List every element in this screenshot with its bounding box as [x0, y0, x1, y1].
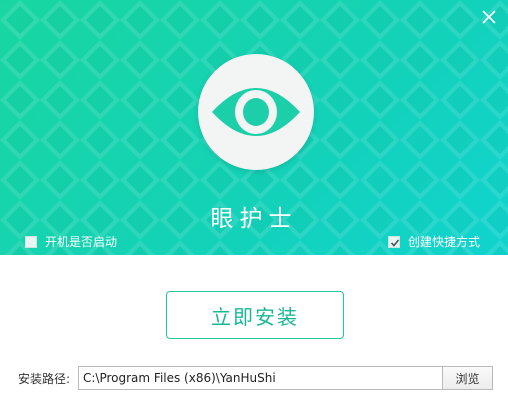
close-icon [482, 10, 496, 24]
app-logo [198, 54, 314, 170]
autostart-checkbox[interactable] [25, 235, 37, 248]
shortcut-checkbox[interactable] [387, 235, 400, 248]
eye-icon [212, 88, 300, 136]
install-now-button[interactable]: 立即安装 [166, 291, 344, 339]
autostart-label: 开机是否启动 [45, 235, 118, 249]
checkmark-icon [390, 238, 400, 247]
shortcut-option[interactable]: 创建快捷方式 [387, 233, 480, 250]
shortcut-label: 创建快捷方式 [407, 235, 480, 249]
install-path-label: 安装路径: [18, 371, 71, 386]
autostart-option[interactable]: 开机是否启动 [25, 233, 117, 250]
installer-window: 眼护士 开机是否启动 创建快捷方式 立即安装 安装路径: 浏览 [0, 0, 508, 408]
close-button[interactable] [480, 8, 498, 26]
install-path-input[interactable] [78, 366, 443, 390]
header-banner: 眼护士 开机是否启动 创建快捷方式 [0, 0, 508, 255]
browse-button[interactable]: 浏览 [443, 366, 493, 390]
app-title: 眼护士 [210, 206, 298, 232]
install-path-row: 安装路径: 浏览 [18, 366, 493, 390]
